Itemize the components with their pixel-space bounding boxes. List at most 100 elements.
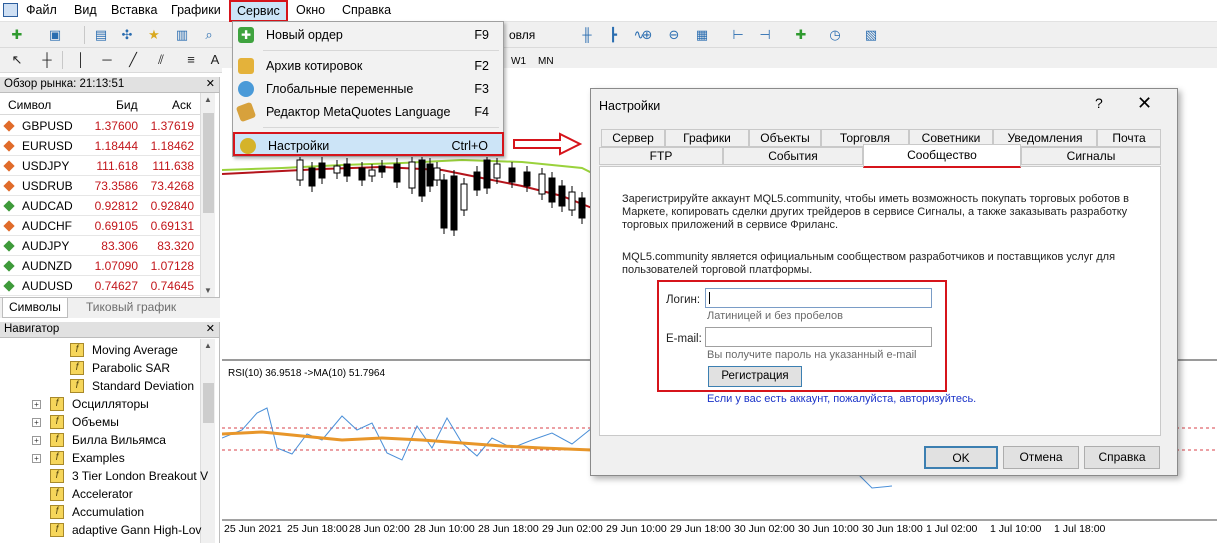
navigator-item[interactable]: + f Examples xyxy=(0,450,200,468)
navigator-item[interactable]: + f Осцилляторы xyxy=(0,396,200,414)
channel-icon[interactable]: ⫽ xyxy=(152,51,170,69)
market-watch-columns: Символ Бид Аск xyxy=(0,93,200,115)
tile-windows-icon[interactable]: ▦ xyxy=(693,26,711,44)
column-symbol[interactable]: Символ xyxy=(8,98,51,112)
login-input[interactable] xyxy=(705,288,932,308)
table-row[interactable]: AUDCHF 0.69105 0.69131 xyxy=(0,216,200,236)
x-axis-label: 30 Jun 02:00 xyxy=(734,523,795,535)
market-watch-icon[interactable]: ▤ xyxy=(92,26,110,44)
expand-icon[interactable]: + xyxy=(32,454,41,463)
navigator-item[interactable]: f Accelerator xyxy=(0,486,200,504)
tab-email[interactable]: Почта xyxy=(1097,129,1161,147)
table-row[interactable]: AUDNZD 1.07090 1.07128 xyxy=(0,256,200,276)
new-chart-icon[interactable]: ✚ xyxy=(8,26,26,44)
horizontal-line-icon[interactable]: ─ xyxy=(98,51,116,69)
column-ask[interactable]: Аск xyxy=(172,98,191,112)
navigator-item[interactable]: f Parabolic SAR xyxy=(0,360,200,378)
tab-ftp[interactable]: FTP xyxy=(599,147,723,165)
menu-item-metaeditor[interactable]: Редактор MetaQuotes Language F4 xyxy=(233,100,503,124)
menu-item-new-order[interactable]: ✚ Новый ордер F9 xyxy=(233,23,503,47)
help-button[interactable]: Справка xyxy=(1084,446,1160,469)
new-order-icon: ✚ xyxy=(238,27,254,43)
tab-signals[interactable]: Сигналы xyxy=(1021,147,1161,165)
menu-file[interactable]: Файл xyxy=(26,3,57,17)
tab-community[interactable]: Сообщество xyxy=(863,144,1021,168)
cursor-icon[interactable]: ↖ xyxy=(8,51,26,69)
email-input[interactable] xyxy=(705,327,932,347)
tab-server[interactable]: Сервер xyxy=(601,129,665,147)
expand-icon[interactable]: + xyxy=(32,418,41,427)
ok-button[interactable]: OK xyxy=(924,446,998,469)
market-watch-scrollbar[interactable]: ▲ ▼ xyxy=(200,93,215,297)
help-icon[interactable]: ? xyxy=(1095,95,1103,111)
market-watch-panel: Обзор рынка: 21:13:51 ✕ Символ Бид Аск ▲ … xyxy=(0,77,220,318)
bar-chart-icon[interactable]: ╫ xyxy=(578,26,596,44)
terminal-icon[interactable]: ▥ xyxy=(173,26,191,44)
register-button[interactable]: Регистрация xyxy=(708,366,802,387)
autoscroll-icon[interactable]: ⊣ xyxy=(756,26,774,44)
column-bid[interactable]: Бид xyxy=(116,98,138,112)
templates-icon[interactable]: ▧ xyxy=(862,26,880,44)
function-icon: f xyxy=(50,451,64,465)
table-row[interactable]: EURUSD 1.18444 1.18462 xyxy=(0,136,200,156)
menu-charts[interactable]: Графики xyxy=(171,3,221,17)
profiles-icon[interactable]: ▣ xyxy=(46,26,64,44)
navigator-icon[interactable]: ★ xyxy=(145,26,163,44)
period-mn[interactable]: MN xyxy=(538,56,554,67)
tab-charts[interactable]: Графики xyxy=(665,129,749,147)
navigator-item[interactable]: f adaptive Gann High-Lov xyxy=(0,522,201,540)
menu-window[interactable]: Окно xyxy=(296,3,325,17)
symbol-cell: USDRUB xyxy=(22,179,73,193)
menu-view[interactable]: Вид xyxy=(74,3,97,17)
tester-icon[interactable]: ⌕ xyxy=(200,26,218,44)
fibo-icon[interactable]: ≡ xyxy=(182,51,200,69)
navigator-item[interactable]: f Standard Deviation xyxy=(0,378,200,396)
candle xyxy=(558,185,566,207)
table-row[interactable]: GBPUSD 1.37600 1.37619 xyxy=(0,116,200,136)
table-row[interactable]: AUDCAD 0.92812 0.92840 xyxy=(0,196,200,216)
menu-item-global-variables[interactable]: Глобальные переменные F3 xyxy=(233,77,503,101)
close-icon[interactable]: ✕ xyxy=(206,322,215,335)
x-axis-label: 1 Jul 02:00 xyxy=(926,523,978,535)
close-icon[interactable]: ✕ xyxy=(206,77,215,90)
zoom-out-icon[interactable]: ⊖ xyxy=(665,26,683,44)
expand-icon[interactable]: + xyxy=(32,400,41,409)
indicators-icon[interactable]: ✚ xyxy=(792,26,810,44)
tab-tick-chart[interactable]: Тиковый график xyxy=(80,298,182,318)
period-w1[interactable]: W1 xyxy=(511,56,526,67)
menu-item-settings[interactable]: Настройки Ctrl+O xyxy=(233,132,504,156)
navigator-item[interactable]: f Accumulation xyxy=(0,504,200,522)
autotrading-label[interactable]: овля xyxy=(509,28,535,42)
navigator-item[interactable]: + f Билла Вильямса xyxy=(0,432,200,450)
navigator-scrollbar[interactable]: ▲ xyxy=(200,339,215,543)
close-icon[interactable]: ✕ xyxy=(1137,93,1152,114)
tab-events[interactable]: События xyxy=(723,147,863,165)
login-link[interactable]: Если у вас есть аккаунт, пожалуйста, авт… xyxy=(707,393,976,406)
table-row[interactable]: AUDUSD 0.74627 0.74645 xyxy=(0,276,200,296)
tab-symbols[interactable]: Символы xyxy=(2,298,68,318)
menu-tools[interactable]: Сервис xyxy=(229,0,288,22)
table-row[interactable]: USDRUB 73.3586 73.4268 xyxy=(0,176,200,196)
tab-objects[interactable]: Объекты xyxy=(749,129,821,147)
data-window-icon[interactable]: ✣ xyxy=(118,26,136,44)
menu-item-history-center[interactable]: Архив котировок F2 xyxy=(233,54,503,78)
table-row[interactable]: USDJPY 111.618 111.638 xyxy=(0,156,200,176)
zoom-in-icon[interactable]: ⊕ xyxy=(638,26,656,44)
crosshair-icon[interactable]: ┼ xyxy=(38,51,56,69)
navigator-item[interactable]: f Moving Average xyxy=(0,342,200,360)
menu-help[interactable]: Справка xyxy=(342,3,391,17)
periods-icon[interactable]: ◷ xyxy=(826,26,844,44)
menu-insert[interactable]: Вставка xyxy=(111,3,157,17)
ask-cell: 0.69131 xyxy=(150,219,194,233)
vertical-line-icon[interactable]: │ xyxy=(72,51,90,69)
cancel-button[interactable]: Отмена xyxy=(1003,446,1079,469)
candle-chart-icon[interactable]: ┣ xyxy=(604,26,622,44)
navigator-item[interactable]: + f Объемы xyxy=(0,414,200,432)
chart-shift-icon[interactable]: ⊢ xyxy=(729,26,747,44)
text-tool-icon[interactable]: A xyxy=(206,51,224,69)
candle xyxy=(538,173,546,195)
trendline-icon[interactable]: ╱ xyxy=(124,51,142,69)
table-row[interactable]: AUDJPY 83.306 83.320 xyxy=(0,236,200,256)
expand-icon[interactable]: + xyxy=(32,436,41,445)
navigator-item[interactable]: f 3 Tier London Breakout V xyxy=(0,468,208,486)
